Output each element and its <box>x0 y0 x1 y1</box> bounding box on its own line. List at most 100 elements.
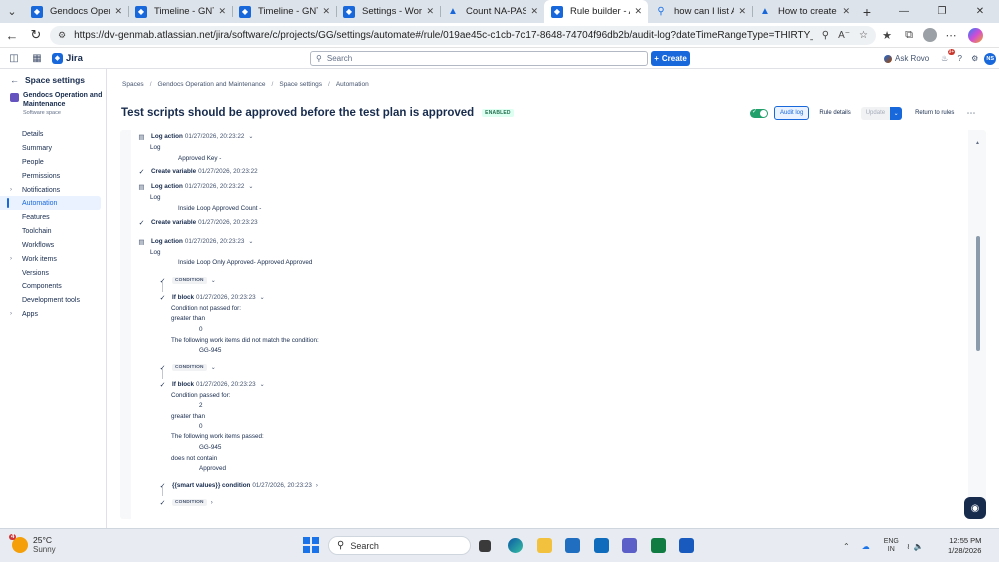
chevron-down-icon[interactable]: ⌄ <box>248 183 253 190</box>
help-icon[interactable]: ? <box>952 54 967 63</box>
chevron-right-icon[interactable]: › <box>10 311 21 317</box>
chevron-down-icon[interactable]: ⌄ <box>260 294 265 301</box>
more-options-icon[interactable]: ⋯ <box>966 108 975 119</box>
teams-icon[interactable] <box>622 538 637 553</box>
browser-menu-icon[interactable]: ⋯ <box>940 29 962 42</box>
back-arrow-icon[interactable]: ← <box>0 28 24 43</box>
scrollbar[interactable]: ▲ <box>975 140 980 510</box>
close-tab-icon[interactable]: ✕ <box>738 6 746 17</box>
sidebar-item-development-tools[interactable]: Development tools <box>0 293 101 307</box>
show-hidden-icons-chevron-icon[interactable]: ⌃ <box>843 542 850 551</box>
file-explorer-icon[interactable] <box>537 538 552 553</box>
store-icon[interactable] <box>565 538 580 553</box>
wifi-icon[interactable]: ≀ <box>907 542 910 551</box>
browser-tab[interactable]: ◆ Gendocs Operatio✕ <box>24 0 128 23</box>
zoom-icon[interactable]: ⚲ <box>822 30 829 41</box>
browser-tab[interactable]: ◆ Timeline - GNTRL ✕ <box>232 0 336 23</box>
address-bar[interactable]: ⚙ https://dv-genmab.atlassian.net/jira/s… <box>50 25 876 45</box>
taskbar-search[interactable]: ⚲ Search <box>328 536 471 555</box>
close-tab-icon[interactable]: ✕ <box>426 6 434 17</box>
sidebar-item-features[interactable]: Features <box>0 210 101 224</box>
log-entry-header[interactable]: ▤ Log action 01/27/2026, 20:23:22 ⌄ <box>137 132 253 141</box>
log-entry-header[interactable]: ✓ CONDITION ⌄ <box>158 363 216 372</box>
chevron-right-icon[interactable]: › <box>316 483 318 489</box>
log-entry-header[interactable]: ▤ Log action 01/27/2026, 20:23:22 ⌄ <box>137 182 253 191</box>
site-info-icon[interactable]: ⚙ <box>58 30 66 41</box>
sidebar-toggle-icon[interactable]: ◫ <box>5 53 23 64</box>
close-tab-icon[interactable]: ✕ <box>114 6 122 17</box>
settings-gear-icon[interactable]: ⚙ <box>967 54 982 63</box>
breadcrumb-link[interactable]: Space settings <box>279 81 322 88</box>
sidebar-item-details[interactable]: Details <box>0 127 101 141</box>
outlook-icon[interactable] <box>594 538 609 553</box>
clock[interactable]: 12:55 PM 1/28/2026 <box>948 536 981 556</box>
favorites-icon[interactable]: ★ <box>876 29 898 42</box>
copilot-icon[interactable] <box>968 27 983 43</box>
audit-log-button[interactable]: Audit log <box>774 106 810 120</box>
read-aloud-icon[interactable]: A⁻ <box>838 30 850 41</box>
browser-tab[interactable]: ◆ Rule builder - Auto ✕ <box>544 0 648 23</box>
sidebar-item-toolchain[interactable]: Toolchain <box>0 224 101 238</box>
search-input[interactable]: ⚲ Search <box>310 51 648 66</box>
log-entry-header[interactable]: ✓{{smart values}} condition01/27/2026, 2… <box>158 481 318 490</box>
update-dropdown-chevron-icon[interactable]: ⌄ <box>890 106 903 120</box>
sidebar-item-apps[interactable]: › Apps <box>0 307 101 321</box>
profile-avatar[interactable] <box>923 28 937 42</box>
breadcrumb-link[interactable]: Spaces <box>122 81 144 88</box>
edge-browser-icon[interactable] <box>508 538 523 553</box>
close-tab-icon[interactable]: ✕ <box>322 6 330 17</box>
notifications-bell-icon[interactable]: ♨ 9+ <box>937 49 956 63</box>
back-to-space-link[interactable]: ← Space settings <box>10 75 85 85</box>
browser-tab[interactable]: ◆ Timeline - GNTRL ✕ <box>128 0 232 23</box>
sidebar-item-people[interactable]: People <box>0 155 101 169</box>
browser-tab[interactable]: ▲ Count NA-PASSED✕ <box>440 0 544 23</box>
collections-icon[interactable]: ⧉ <box>898 29 920 42</box>
chevron-down-icon[interactable]: ⌄ <box>211 364 216 371</box>
input-language[interactable]: ENG IN <box>884 538 899 554</box>
chevron-down-icon[interactable]: ⌄ <box>211 277 216 284</box>
close-tab-icon[interactable]: ✕ <box>634 6 642 17</box>
minimize-icon[interactable]: — <box>885 0 923 23</box>
chevron-down-icon[interactable]: ⌄ <box>248 238 253 245</box>
help-center-icon[interactable]: ◉ <box>964 497 986 519</box>
onedrive-cloud-icon[interactable]: ☁ <box>862 542 870 551</box>
new-tab-plus-icon[interactable]: + <box>856 4 878 20</box>
sidebar-item-summary[interactable]: Summary <box>0 141 101 155</box>
weather-widget[interactable]: 4 25°C Sunny <box>9 534 56 555</box>
chevron-down-icon[interactable]: ⌄ <box>248 133 253 140</box>
browser-tab[interactable]: ⚲ how can I list All W✕ <box>648 0 752 23</box>
app-switcher-icon[interactable]: ▦ <box>28 53 46 64</box>
log-entry-header[interactable]: ✓ CONDITION › <box>158 498 213 507</box>
word-icon[interactable] <box>679 538 694 553</box>
return-to-rules-button[interactable]: Return to rules <box>915 110 954 116</box>
sidebar-item-versions[interactable]: Versions <box>0 266 101 280</box>
scrollbar-thumb[interactable] <box>976 236 980 351</box>
sidebar-item-notifications[interactable]: › Notifications <box>0 183 101 197</box>
chevron-right-icon[interactable]: › <box>211 500 213 506</box>
rule-details-button[interactable]: Rule details <box>816 110 853 116</box>
task-view-icon[interactable] <box>479 540 491 552</box>
user-avatar[interactable]: NS <box>984 52 997 65</box>
close-tab-icon[interactable]: ✕ <box>842 6 850 17</box>
breadcrumb-link[interactable]: Automation <box>336 81 369 88</box>
browser-tab[interactable]: ▲ How to create a ne ✕ <box>752 0 856 23</box>
close-window-icon[interactable]: ✕ <box>961 0 999 23</box>
sidebar-item-workflows[interactable]: Workflows <box>0 238 101 252</box>
chevron-right-icon[interactable]: › <box>10 187 21 193</box>
log-entry-header[interactable]: ✓ If block 01/27/2026, 20:23:23 ⌄ <box>158 380 265 389</box>
log-entry-header[interactable]: ✓ If block 01/27/2026, 20:23:23 ⌄ <box>158 293 265 302</box>
chevron-right-icon[interactable]: › <box>10 256 21 262</box>
sidebar-item-components[interactable]: Components <box>0 279 101 293</box>
log-entry-header[interactable]: ▤ Log action 01/27/2026, 20:23:23 ⌄ <box>137 237 253 246</box>
audit-log-entries[interactable]: ▤ Log action 01/27/2026, 20:23:22 ⌄ Log Appro… <box>131 130 968 519</box>
volume-icon[interactable]: 🔈 <box>914 542 924 551</box>
project-header[interactable]: Gendocs Operation and Maintenance Softwa… <box>10 91 103 116</box>
sidebar-item-work-items[interactable]: › Work items <box>0 252 101 266</box>
update-button[interactable]: Update <box>860 106 891 120</box>
tab-search-chevron-icon[interactable]: ⌄ <box>0 0 24 23</box>
create-button[interactable]: + Create <box>651 51 690 66</box>
browser-tab[interactable]: ◆ Settings - Work ite✕ <box>336 0 440 23</box>
windows-start-icon[interactable] <box>303 537 319 553</box>
restore-icon[interactable]: ❐ <box>923 0 961 23</box>
rule-enabled-toggle[interactable]: ✓ <box>750 108 768 118</box>
